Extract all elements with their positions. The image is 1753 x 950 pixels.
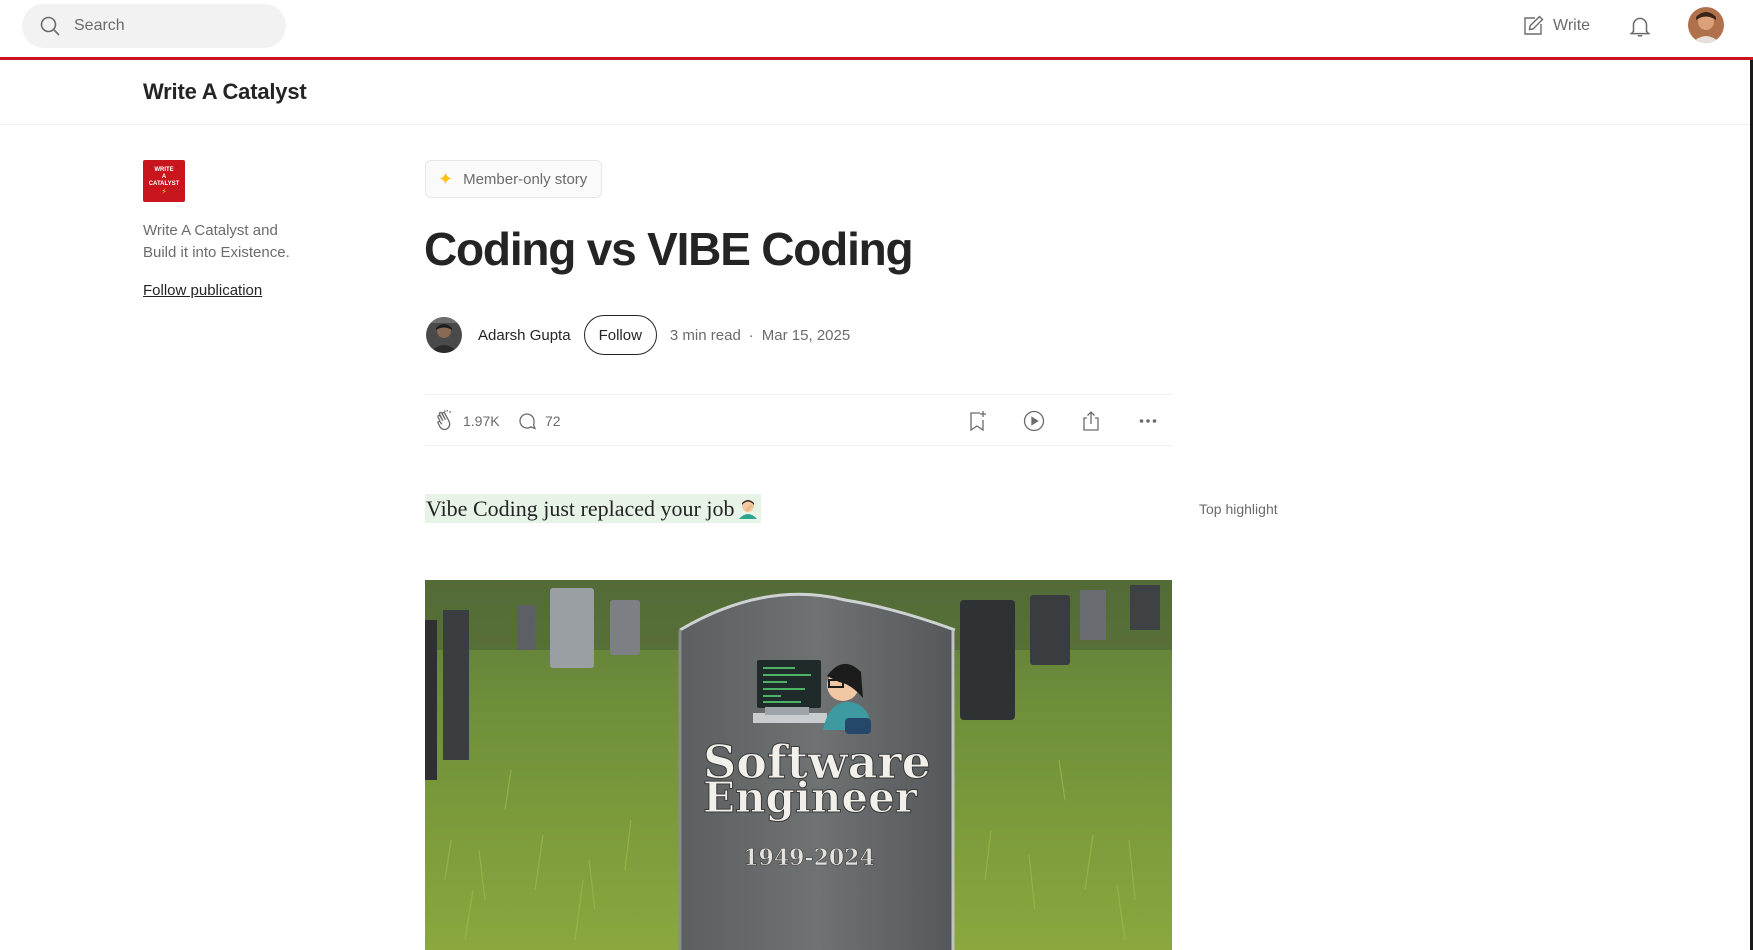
hero-image: Software Engineer 1949-2024 [425, 580, 1172, 950]
listen-button[interactable] [1022, 408, 1046, 434]
author-avatar[interactable] [426, 317, 462, 353]
publication-description: Write A Catalyst and Build it into Exist… [143, 222, 290, 261]
write-label: Write [1553, 17, 1591, 34]
article-lede: Vibe Coding just replaced your job [425, 494, 762, 523]
lede-text: Vibe Coding just replaced your job [426, 496, 735, 521]
comment-icon [519, 413, 537, 430]
follow-publication-link[interactable]: Follow publication [143, 282, 262, 299]
top-navbar: Search Write [0, 0, 1753, 60]
article-title: Coding vs VIBE Coding [424, 223, 914, 275]
share-icon [1083, 411, 1099, 431]
write-button[interactable]: Write [1521, 12, 1590, 40]
sparkle-icon: ✦ [438, 169, 454, 189]
write-icon [1524, 15, 1544, 35]
headstone-line2: Engineer [703, 773, 918, 822]
publication-name[interactable]: Write A Catalyst [143, 79, 307, 105]
clap-button[interactable]: 1.97K [433, 408, 500, 434]
user-avatar[interactable] [1688, 7, 1724, 43]
play-icon [1023, 410, 1045, 432]
meta-separator: · [748, 326, 754, 344]
publish-date: Mar 15, 2025 [761, 326, 851, 344]
search-bar[interactable]: Search [22, 4, 286, 48]
more-options-button[interactable] [1136, 408, 1160, 434]
byline: Adarsh Gupta Follow 3 min read · Mar 15, 2… [426, 315, 850, 355]
share-button[interactable] [1079, 408, 1103, 434]
search-placeholder: Search [74, 17, 125, 34]
article-action-bar: 1.97K 72 [425, 394, 1172, 446]
publication-header: Write A Catalyst [0, 60, 1753, 125]
facepalm-emoji-icon [739, 500, 758, 519]
follow-author-button[interactable]: Follow [583, 315, 657, 355]
bell-icon[interactable] [1627, 13, 1653, 39]
headstone-years: 1949-2024 [743, 845, 875, 871]
member-only-label: Member-only story [463, 170, 588, 188]
more-icon [1139, 419, 1157, 423]
bookmark-button[interactable] [965, 408, 989, 434]
publication-logo[interactable]: WRITE A CATALYST ⚡ [143, 160, 185, 202]
author-name[interactable]: Adarsh Gupta [478, 327, 571, 344]
top-highlight-label: Top highlight [1199, 501, 1278, 517]
bookmark-add-icon [970, 411, 986, 432]
clap-count: 1.97K [463, 413, 500, 429]
responses-count: 72 [545, 413, 561, 429]
lightning-icon: ⚡ [161, 186, 167, 196]
article-meta: 3 min read · Mar 15, 2025 [670, 327, 850, 344]
read-time: 3 min read [669, 326, 741, 344]
search-icon [40, 16, 60, 36]
clap-icon [437, 409, 452, 431]
member-only-badge: ✦ Member-only story [425, 160, 603, 198]
responses-button[interactable]: 72 [515, 408, 561, 434]
